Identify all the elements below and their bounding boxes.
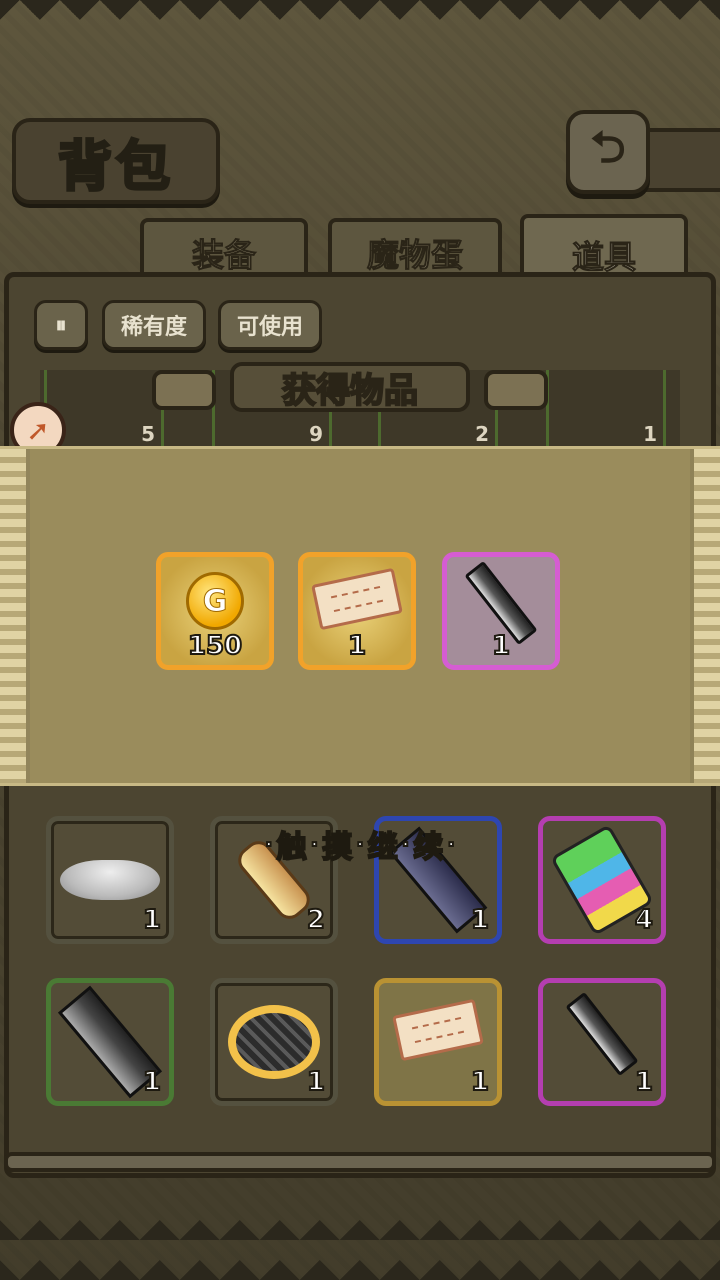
tap-to-continue-hint: · 触 · 摸 · 继 · 续 · xyxy=(200,822,520,866)
ticket-icon xyxy=(311,567,403,631)
page-title: 背包 xyxy=(12,118,220,204)
sort-icon: ⏸ xyxy=(55,312,67,338)
arrow-badge-icon: ➚ xyxy=(26,413,50,447)
reward-slot-sword[interactable]: 1 xyxy=(442,552,560,670)
item-count: 2 xyxy=(475,422,489,446)
top-border xyxy=(0,0,720,40)
inventory-slot[interactable]: 1 xyxy=(46,978,174,1106)
reward-slot-ticket[interactable]: 1 xyxy=(298,552,416,670)
hint-char: 摸 xyxy=(321,829,353,866)
sort-toggle-button[interactable]: ⏸ xyxy=(34,300,88,350)
reward-count: 1 xyxy=(491,630,511,662)
header-ornament-right xyxy=(484,370,548,410)
hint-char: 触 xyxy=(276,829,308,866)
popup-title: 获得物品 xyxy=(230,362,470,412)
item-count: 5 xyxy=(141,422,155,446)
hint-char: 继 xyxy=(367,829,399,866)
partial-item-scroll[interactable]: 1 xyxy=(546,370,666,446)
reward-slot-gold[interactable]: G 150 xyxy=(156,552,274,670)
item-count: 1 xyxy=(142,1066,162,1098)
item-count: 1 xyxy=(142,904,162,936)
ticket-icon xyxy=(392,998,484,1062)
hint-char: 续 xyxy=(412,829,444,866)
sword-icon xyxy=(565,991,639,1077)
back-button[interactable]: ⮌ xyxy=(566,110,650,194)
reward-count: 150 xyxy=(187,630,243,662)
header-ornament-left xyxy=(152,370,216,410)
item-count: 1 xyxy=(306,1066,326,1098)
back-arrow-icon: ⮌ xyxy=(590,121,626,173)
inventory-slot[interactable]: 1 xyxy=(538,978,666,1106)
inventory-slot[interactable]: 1 xyxy=(46,816,174,944)
item-count: 2 xyxy=(306,904,326,936)
item-count: 1 xyxy=(470,1066,490,1098)
item-count: 1 xyxy=(643,422,657,446)
inventory-slot[interactable]: 1 xyxy=(374,978,502,1106)
reward-count: 1 xyxy=(347,630,367,662)
usable-filter-button[interactable]: 可使用 xyxy=(218,300,322,350)
bottom-rail xyxy=(4,1152,716,1172)
inventory-slot[interactable]: 4 xyxy=(538,816,666,944)
powder-icon xyxy=(60,860,160,900)
item-count: 1 xyxy=(470,904,490,936)
inventory-slot[interactable]: 1 xyxy=(210,978,338,1106)
gold-coin-icon: G xyxy=(186,572,244,630)
rarity-filter-button[interactable]: 稀有度 xyxy=(102,300,206,350)
popup-edge-right xyxy=(694,449,720,783)
popup-edge-left xyxy=(0,449,26,783)
item-count: 1 xyxy=(634,1066,654,1098)
item-count: 9 xyxy=(309,422,323,446)
item-count: 4 xyxy=(634,904,654,936)
bottom-border xyxy=(0,1220,720,1280)
